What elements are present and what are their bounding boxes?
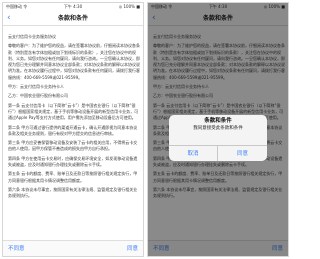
battery-indicator: ◎ 100% ■ [118, 4, 140, 9]
terms-paragraph: 云支付信用卡业务服务协议 [8, 34, 56, 39]
disagree-button[interactable]: 不同意 [8, 241, 25, 256]
terms-paragraph: 第四条 甲方在使用云卡交易时，应确保交易环境安全，如发现移动设备遗失或被盗，应及… [8, 155, 138, 168]
terms-paragraph: 甲方：云支付信用卡业务持卡人 [8, 84, 64, 90]
terms-screen: 中国移动 令 下午 4:30 ◎ 100% ■ ‹ 条款和条件 云支付信用卡业务… [2, 2, 144, 257]
alert-actions: 取消 同意 [169, 145, 267, 161]
terms-paragraph: 第六条 本协议未尽事宜，按照国家有关法律法规、监管规定及银行相关业务规则执行。 [8, 186, 138, 199]
terms-screen-with-alert: 中国移动 令 下午 4:30 ◎ 100% ■ ‹ 条款和条件 云支付信用卡业务… [147, 2, 289, 257]
nav-bar: ‹ 条款和条件 [3, 11, 143, 26]
terms-alert-dialog: 条款和条件 我同意接受此条款和条件 取消 同意 [169, 115, 267, 161]
page-title: 条款和条件 [57, 15, 88, 22]
terms-paragraph: 乙方：中国农业银行股份有限公司 [8, 93, 68, 99]
terms-paragraph: 第三条 甲方应妥善保管移动设备及安装了云卡的相关应用，不得将云卡交由他人使用，因… [8, 140, 138, 152]
terms-paragraph: 第五条 云卡的额度、费率、账单日及还款日等按照银行相关规定执行，甲方同意银行根据… [8, 171, 138, 183]
alert-message: 我同意接受此条款和条件 [193, 126, 243, 131]
bottom-action-bar: 不同意 同意 [3, 240, 143, 256]
terms-content[interactable]: 云支付信用卡业务服务协议 尊敬的客户：为了维护您的权益，请在签署本协议前，仔细阅… [8, 34, 140, 239]
terms-paragraph: 第二条 甲方可通过银行提供的渠道开通云卡，确认开通即视为同意本协议条款及相关业务… [8, 124, 138, 136]
status-bar: 中国移动 令 下午 4:30 ◎ 100% ■ [3, 3, 143, 11]
alert-title: 条款和条件 [204, 118, 232, 124]
terms-paragraph: 尊敬的客户：为了维护您的权益，请在签署本协议前，仔细阅读本协议各条款（特别是含有… [8, 43, 140, 80]
alert-cancel-button[interactable]: 取消 [169, 146, 218, 161]
agree-button[interactable]: 同意 [127, 241, 138, 256]
terms-paragraph: 第一条 云支付信用卡（以下简称“云卡”）是中国农业银行（以下简称“银行”）根据国… [8, 102, 139, 121]
alert-agree-button[interactable]: 同意 [218, 146, 267, 161]
comparison-stage: 中国移动 令 下午 4:30 ◎ 100% ■ ‹ 条款和条件 云支付信用卡业务… [0, 0, 291, 259]
